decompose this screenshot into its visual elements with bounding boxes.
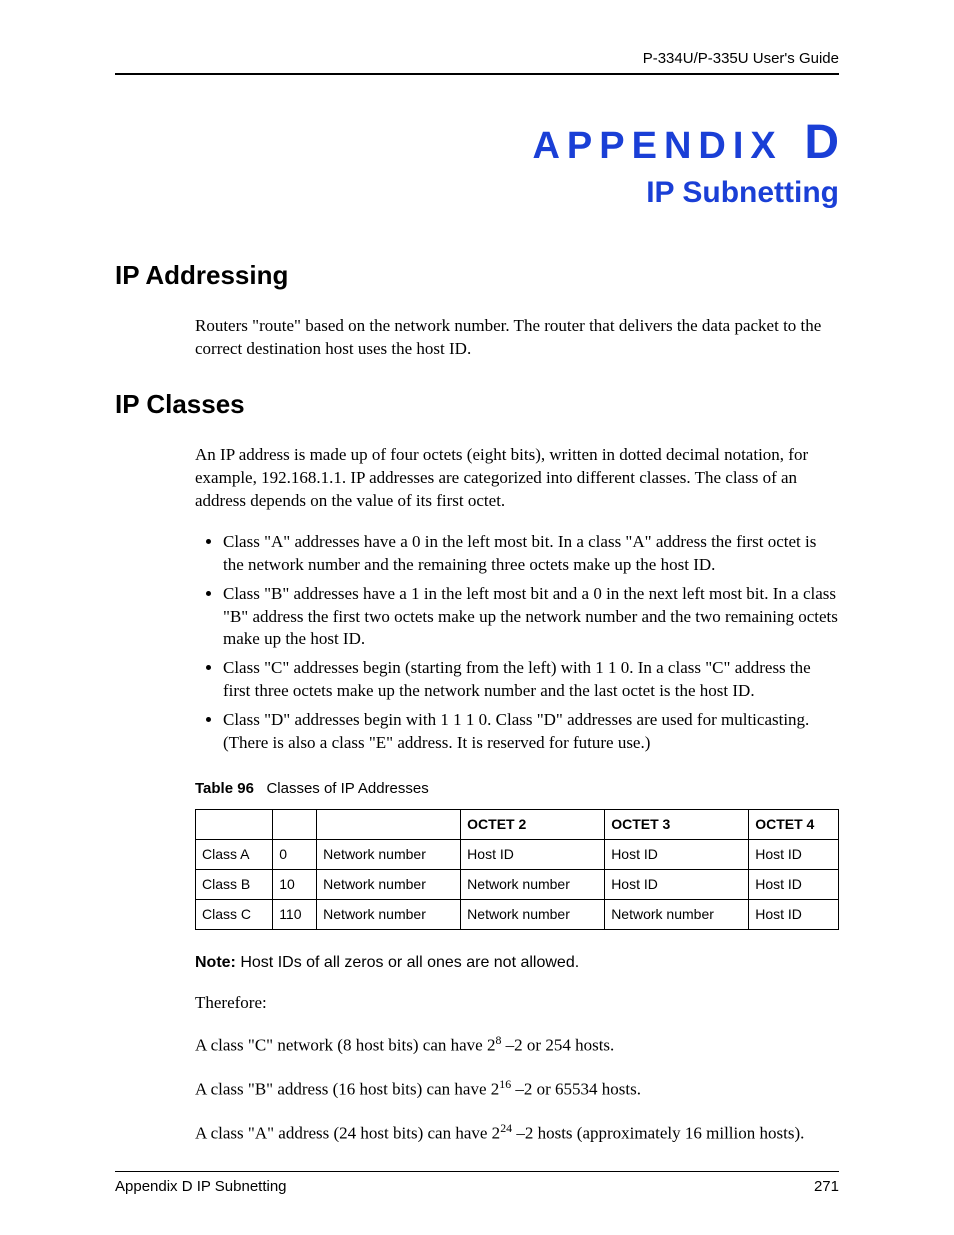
calc-class-c: A class "C" network (8 host bits) can ha… [195, 1032, 839, 1058]
td: Class B [196, 870, 273, 900]
appendix-prefix: APPENDIX [532, 125, 782, 167]
note-text: Host IDs of all zeros or all ones are no… [240, 954, 579, 971]
table-row: Class B 10 Network number Network number… [196, 870, 839, 900]
bullet-class-a: Class "A" addresses have a 0 in the left… [223, 531, 839, 577]
bullet-class-b: Class "B" addresses have a 1 in the left… [223, 583, 839, 652]
td: Host ID [749, 870, 839, 900]
footer-page-number: 271 [814, 1178, 839, 1195]
td: Host ID [461, 840, 605, 870]
td: 10 [273, 870, 317, 900]
th-4: OCTET 3 [605, 810, 749, 840]
td: Class A [196, 840, 273, 870]
table-row: Class C 110 Network number Network numbe… [196, 900, 839, 930]
calc-class-a: A class "A" address (24 host bits) can h… [195, 1120, 839, 1146]
ip-addressing-para1: Routers "route" based on the network num… [195, 315, 839, 361]
calc-a-pre: A class "A" address (24 host bits) can h… [195, 1123, 500, 1142]
ip-addressing-body: Routers "route" based on the network num… [195, 315, 839, 361]
calc-b-post: –2 or 65534 hosts. [511, 1080, 641, 1099]
table-row: Class A 0 Network number Host ID Host ID… [196, 840, 839, 870]
table-number: Table 96 [195, 780, 254, 797]
calc-b-pre: A class "B" address (16 host bits) can h… [195, 1080, 499, 1099]
td: Host ID [605, 840, 749, 870]
td: 0 [273, 840, 317, 870]
bullet-class-d: Class "D" addresses begin with 1 1 1 0. … [223, 709, 839, 755]
calc-a-exp: 24 [500, 1121, 512, 1135]
td: Host ID [749, 900, 839, 930]
heading-ip-addressing: IP Addressing [115, 260, 839, 291]
appendix-label: APPENDIX D [115, 115, 839, 170]
heading-ip-classes: IP Classes [115, 389, 839, 420]
table-header-row: OCTET 2 OCTET 3 OCTET 4 [196, 810, 839, 840]
appendix-subtitle: IP Subnetting [115, 176, 839, 210]
ip-classes-para1: An IP address is made up of four octets … [195, 444, 839, 513]
ip-classes-body: An IP address is made up of four octets … [195, 444, 839, 1145]
calc-a-post: –2 hosts (approximately 16 million hosts… [512, 1123, 804, 1142]
calc-c-post: –2 or 254 hosts. [501, 1036, 614, 1055]
td: Network number [461, 900, 605, 930]
table-title: Classes of IP Addresses [266, 780, 428, 797]
header-guide-name: P-334U/P-335U User's Guide [115, 50, 839, 67]
td: Host ID [605, 870, 749, 900]
page: P-334U/P-335U User's Guide APPENDIX D IP… [0, 0, 954, 1235]
note: Note: Host IDs of all zeros or all ones … [195, 952, 839, 974]
bullet-class-c: Class "C" addresses begin (starting from… [223, 657, 839, 703]
td: Network number [605, 900, 749, 930]
th-5: OCTET 4 [749, 810, 839, 840]
td: 110 [273, 900, 317, 930]
calc-c-pre: A class "C" network (8 host bits) can ha… [195, 1036, 495, 1055]
note-label: Note: [195, 954, 236, 971]
calc-b-exp: 16 [499, 1077, 511, 1091]
td: Class C [196, 900, 273, 930]
td: Host ID [749, 840, 839, 870]
header-rule [115, 73, 839, 75]
table-caption: Table 96 Classes of IP Addresses [195, 779, 839, 799]
appendix-letter: D [804, 116, 839, 169]
td: Network number [461, 870, 605, 900]
calc-class-b: A class "B" address (16 host bits) can h… [195, 1076, 839, 1102]
td: Network number [317, 900, 461, 930]
footer-left: Appendix D IP Subnetting [115, 1178, 287, 1195]
th-1 [273, 810, 317, 840]
ip-classes-bullets: Class "A" addresses have a 0 in the left… [195, 531, 839, 755]
footer: Appendix D IP Subnetting 271 [115, 1171, 839, 1195]
th-3: OCTET 2 [461, 810, 605, 840]
th-2 [317, 810, 461, 840]
td: Network number [317, 870, 461, 900]
td: Network number [317, 840, 461, 870]
ip-classes-table: OCTET 2 OCTET 3 OCTET 4 Class A 0 Networ… [195, 809, 839, 930]
th-0 [196, 810, 273, 840]
therefore: Therefore: [195, 992, 839, 1015]
